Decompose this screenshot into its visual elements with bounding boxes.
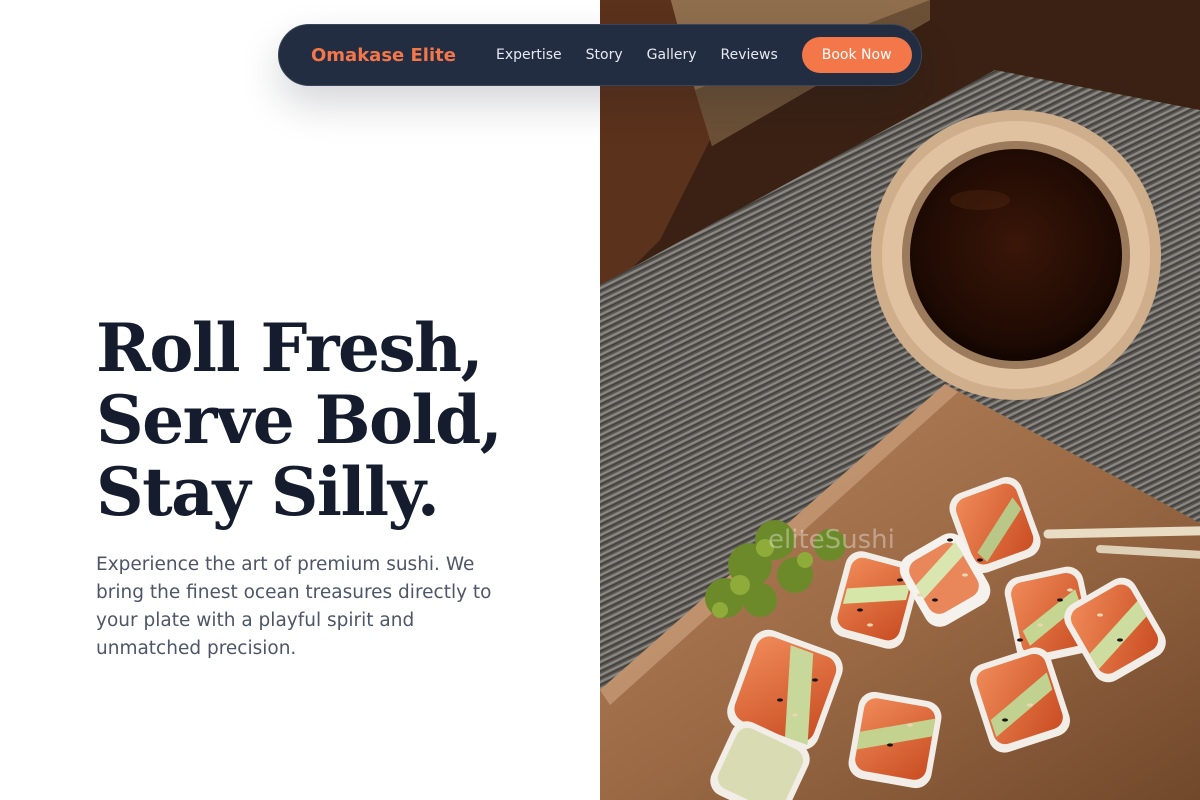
nav-link-expertise[interactable]: Expertise [496, 47, 562, 63]
hero-text-panel: Roll Fresh, Serve Bold, Stay Silly. Expe… [0, 0, 600, 800]
hero-title: Roll Fresh, Serve Bold, Stay Silly. [96, 309, 503, 531]
nav-link-reviews[interactable]: Reviews [721, 47, 778, 63]
brand-logo[interactable]: Omakase Elite [311, 45, 456, 66]
book-now-button[interactable]: Book Now [801, 37, 912, 73]
photo-watermark: eliteSushi [768, 525, 895, 555]
hero-title-line-2: Serve Bold, [96, 381, 503, 459]
sushi-photo: eliteSushi [600, 0, 1200, 800]
nav-link-story[interactable]: Story [586, 47, 623, 63]
nav-links: Expertise Story Gallery Reviews [496, 47, 778, 63]
top-navigation: Omakase Elite Expertise Story Gallery Re… [278, 24, 922, 86]
nav-link-gallery[interactable]: Gallery [647, 47, 697, 63]
hero-image: eliteSushi [600, 0, 1200, 800]
hero-title-line-1: Roll Fresh, [96, 309, 484, 387]
hero-subtitle: Experience the art of premium sushi. We … [96, 554, 492, 659]
hero-title-line-3: Stay Silly. [96, 453, 440, 531]
